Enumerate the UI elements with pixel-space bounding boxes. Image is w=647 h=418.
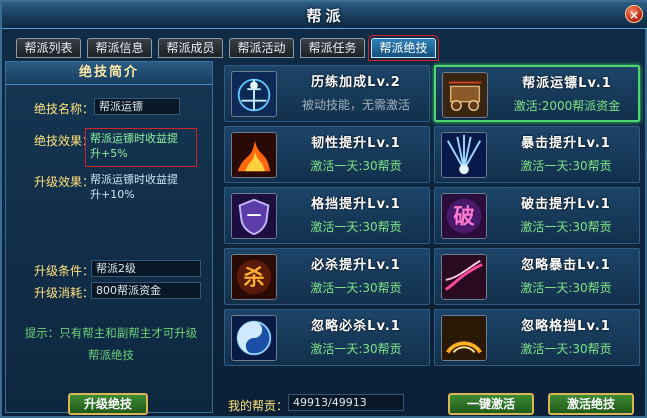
skill-desc: 激活一天:30帮贡: [520, 281, 612, 295]
upgrade-cost-value: 800帮派资金: [91, 282, 201, 299]
svg-text:杀: 杀: [243, 265, 264, 290]
skill-card-ignore-block[interactable]: 忽略格挡Lv.1 激活一天:30帮贡: [434, 309, 640, 366]
skill-card-training[interactable]: 历练加成Lv.2 被动技能，无需激活: [224, 65, 430, 122]
upgrade-condition-label: 升级条件：: [34, 264, 95, 278]
tab-bar: 帮派列表 帮派信息 帮派成员 帮派活动 帮派任务 帮派绝技: [16, 35, 439, 61]
tab-guild-skills[interactable]: 帮派绝技: [368, 35, 439, 61]
kill-glyph-icon: 杀: [231, 254, 277, 300]
escort-cart-icon: [442, 72, 488, 118]
skill-card-ignore-crit[interactable]: 忽略暴击Lv.1 激活一天:30帮贡: [434, 248, 640, 305]
window-title: 帮派: [306, 7, 345, 25]
skill-card-break[interactable]: 破 破击提升Lv.1 激活一天:30帮贡: [434, 187, 640, 244]
skill-name-value: 帮派运镖: [94, 98, 180, 115]
ignore-block-icon: [441, 315, 487, 361]
skill-detail-panel: 绝技简介 绝技名称： 帮派运镖 绝技效果： 帮派运镖时收益提 升+5% 升级效果…: [5, 61, 213, 415]
skill-name: 暴击提升Lv.1: [521, 136, 611, 151]
skill-name: 忽略格挡Lv.1: [521, 319, 611, 334]
svg-text:破: 破: [453, 204, 474, 229]
shield-icon: [231, 193, 277, 239]
tab-guild-activities[interactable]: 帮派活动: [229, 38, 294, 58]
upgrade-skill-button[interactable]: 升级绝技: [68, 393, 148, 415]
skill-desc: 激活:2000帮派资金: [513, 99, 621, 113]
skill-desc: 激活一天:30帮贡: [520, 220, 612, 234]
one-click-activate-button[interactable]: 一键激活: [448, 393, 534, 415]
activate-skill-button[interactable]: 激活绝技: [548, 393, 634, 415]
break-glyph-icon: 破: [441, 193, 487, 239]
skill-card-kill[interactable]: 杀 必杀提升Lv.1 激活一天:30帮贡: [224, 248, 430, 305]
contribution-value: 49913/49913: [288, 394, 404, 411]
upgrade-effect-line1: 帮派运镖时收益提: [90, 173, 178, 186]
upgrade-effect-label: 升级效果：: [34, 175, 95, 189]
burst-icon: [441, 132, 487, 178]
skill-detail-header: 绝技简介: [6, 62, 212, 85]
training-icon: [231, 71, 277, 117]
upgrade-condition-value: 帮派2级: [91, 260, 201, 277]
upgrade-effect-line2: 升+10%: [90, 188, 135, 201]
skill-name: 破击提升Lv.1: [521, 197, 611, 212]
skill-desc: 激活一天:30帮贡: [310, 159, 402, 173]
skill-card-crit[interactable]: 暴击提升Lv.1 激活一天:30帮贡: [434, 126, 640, 183]
upgrade-tip: 提示：只有帮主和副帮主才可升级 帮派绝技: [13, 322, 209, 366]
skill-desc: 激活一天:30帮贡: [310, 220, 402, 234]
tab-guild-tasks[interactable]: 帮派任务: [300, 38, 365, 58]
ignore-crit-icon: [441, 254, 487, 300]
skill-name: 帮派运镖Lv.1: [522, 76, 612, 91]
skill-card-ignore-kill[interactable]: 忽略必杀Lv.1 激活一天:30帮贡: [224, 309, 430, 366]
skill-desc: 激活一天:30帮贡: [520, 159, 612, 173]
skill-name-label: 绝技名称：: [34, 102, 95, 116]
contribution-label: 我的帮贡：: [228, 399, 289, 413]
skill-name: 忽略必杀Lv.1: [311, 319, 401, 334]
upgrade-cost-label: 升级消耗：: [34, 286, 95, 300]
skill-name: 韧性提升Lv.1: [311, 136, 401, 151]
skill-desc: 激活一天:30帮贡: [520, 342, 612, 356]
skill-desc: 激活一天:30帮贡: [310, 281, 402, 295]
close-button[interactable]: ×: [625, 5, 643, 23]
guild-window: 帮派 × 帮派列表 帮派信息 帮派成员 帮派活动 帮派任务 帮派绝技 绝技简介 …: [0, 0, 647, 418]
skill-card-toughness[interactable]: 韧性提升Lv.1 激活一天:30帮贡: [224, 126, 430, 183]
skill-name: 历练加成Lv.2: [311, 75, 401, 90]
upgrade-tip-line2: 帮派绝技: [88, 348, 134, 362]
skill-name: 格挡提升Lv.1: [311, 197, 401, 212]
skill-effect-line1: 帮派运镖时收益提: [90, 132, 178, 145]
tab-guild-info[interactable]: 帮派信息: [87, 38, 152, 58]
yin-yang-icon: [231, 315, 277, 361]
title-bar: 帮派 ×: [2, 2, 647, 29]
fire-icon: [231, 132, 277, 178]
skill-name: 必杀提升Lv.1: [311, 258, 401, 273]
skill-card-escort[interactable]: 帮派运镖Lv.1 激活:2000帮派资金: [434, 65, 640, 122]
tab-guild-list[interactable]: 帮派列表: [16, 38, 81, 58]
skill-desc: 被动技能，无需激活: [301, 98, 410, 112]
skill-name: 忽略暴击Lv.1: [521, 258, 611, 273]
skill-desc: 激活一天:30帮贡: [310, 342, 402, 356]
skill-effect-line2: 升+5%: [90, 147, 128, 160]
upgrade-tip-line1: 提示：只有帮主和副帮主才可升级: [24, 326, 198, 340]
tab-guild-members[interactable]: 帮派成员: [158, 38, 223, 58]
skill-card-block[interactable]: 格挡提升Lv.1 激活一天:30帮贡: [224, 187, 430, 244]
